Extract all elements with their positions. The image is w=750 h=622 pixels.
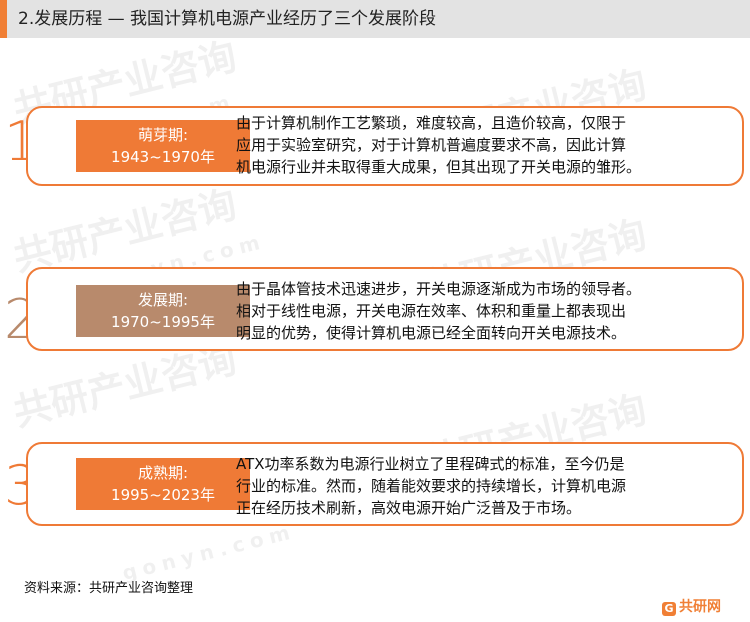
stage-period: 1970~1995年 <box>111 313 215 331</box>
stage-name: 发展期: <box>137 291 189 309</box>
logo-text: 共研网 <box>679 599 721 615</box>
description-line: 相对于线性电源，开关电源在效率、体积和重量上都表现出 <box>236 302 627 320</box>
description-line: 明显的优势，使得计算机电源已经全面转向开关电源技术。 <box>236 324 627 342</box>
stage-description-2: 由于晶体管技术迅速进步，开关电源逐渐成为市场的领导者。 相对于线性电源，开关电源… <box>236 278 721 344</box>
description-line: 应用于实验室研究，对于计算机普遍度要求不高，因此计算 <box>236 136 627 154</box>
watermark-brand: 共研产业咨询 <box>8 181 241 280</box>
logo-mark-icon: G <box>662 602 676 616</box>
description-line: 由于计算机制作工艺繁琐，难度较高，且造价较高，仅限于 <box>236 114 627 132</box>
stage-label-3: 成熟期: 1995~2023年 <box>76 458 250 510</box>
page-title: 2.发展历程 — 我国计算机电源产业经历了三个发展阶段 <box>18 9 437 29</box>
stage-label-1: 萌芽期: 1943~1970年 <box>76 120 250 172</box>
description-line: 正在经历技术刷新，高效电源开始广泛普及于市场。 <box>236 499 582 517</box>
description-line: 机电源行业并未取得重大成果，但其出现了开关电源的雏形。 <box>236 158 642 176</box>
description-line: 行业的标准。然而，随着能效要求的持续增长，计算机电源 <box>236 477 627 495</box>
brand-logo: G 共研网 <box>662 598 721 616</box>
source-note: 资料来源：共研产业咨询整理 <box>24 581 194 596</box>
stage-description-3: ATX功率系数为电源行业树立了里程碑式的标准，至今仍是 行业的标准。然而，随着能… <box>236 453 721 519</box>
stage-name: 萌芽期: <box>137 126 189 144</box>
watermark-domain: gonyn.com <box>119 518 298 586</box>
title-accent-bar <box>0 0 7 38</box>
stage-period: 1995~2023年 <box>111 486 215 504</box>
description-line: ATX功率系数为电源行业树立了里程碑式的标准，至今仍是 <box>236 455 625 473</box>
stage-period: 1943~1970年 <box>111 148 215 166</box>
stage-label-2: 发展期: 1970~1995年 <box>76 285 250 337</box>
description-line: 由于晶体管技术迅速进步，开关电源逐渐成为市场的领导者。 <box>236 280 642 298</box>
title-bar: 2.发展历程 — 我国计算机电源产业经历了三个发展阶段 <box>0 0 750 38</box>
stage-description-1: 由于计算机制作工艺繁琐，难度较高，且造价较高，仅限于 应用于实验室研究，对于计算… <box>236 112 721 178</box>
stage-name: 成熟期: <box>137 464 189 482</box>
